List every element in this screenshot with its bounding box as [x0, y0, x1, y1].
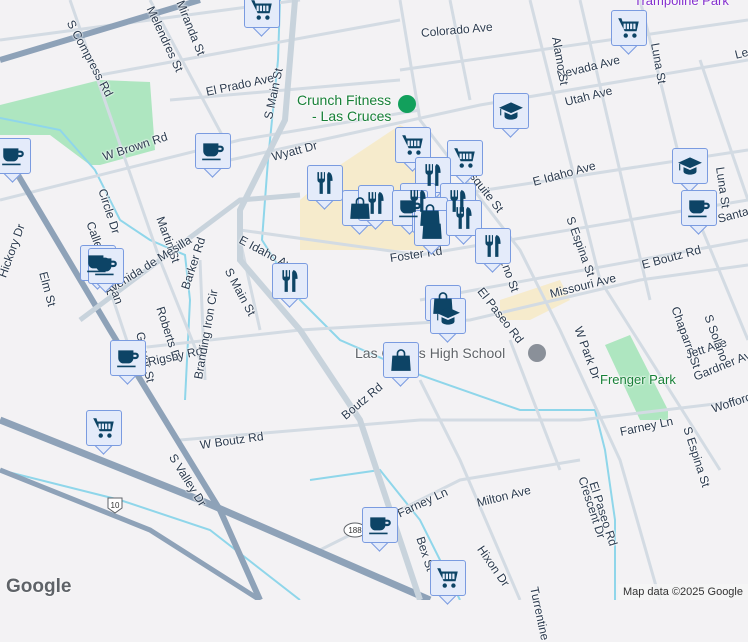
restaurant-icon	[277, 268, 303, 294]
education-marker[interactable]	[493, 93, 529, 138]
restaurant-icon	[312, 170, 338, 196]
school-pin[interactable]	[528, 344, 546, 362]
restaurant-icon	[480, 233, 506, 259]
cart-icon	[435, 565, 461, 591]
coffee-icon	[200, 138, 226, 164]
shopping-icon	[419, 215, 445, 241]
coffee-icon	[115, 345, 141, 371]
restaurant-icon	[451, 205, 477, 231]
cart-marker[interactable]	[430, 560, 466, 605]
education-marker[interactable]	[672, 148, 708, 193]
map-attribution[interactable]: Map data ©2025 Google	[617, 584, 748, 600]
coffee-marker[interactable]	[681, 190, 717, 235]
cart-marker[interactable]	[244, 0, 280, 37]
coffee-icon	[0, 143, 26, 169]
svg-text:188: 188	[348, 526, 362, 535]
restaurant-icon	[420, 162, 446, 188]
coffee-icon	[686, 195, 712, 221]
cart-icon	[400, 132, 426, 158]
poi-trampoline-park[interactable]: Trampoline Park	[634, 0, 729, 8]
cart-icon	[249, 0, 275, 23]
coffee-icon	[93, 253, 119, 279]
coffee-marker[interactable]	[362, 507, 398, 552]
coffee-marker[interactable]	[88, 248, 124, 293]
restaurant-marker[interactable]	[358, 185, 394, 230]
shopping-icon	[388, 347, 414, 373]
shopping-marker[interactable]	[414, 210, 450, 255]
svg-text:10: 10	[111, 501, 120, 510]
poi-high-school[interactable]: Las Cruces High School	[355, 345, 505, 361]
cart-marker[interactable]	[447, 140, 483, 185]
restaurant-marker[interactable]	[475, 228, 511, 273]
poi-frenger-park[interactable]: Frenger Park	[600, 372, 676, 387]
cart-icon	[452, 145, 478, 171]
coffee-marker[interactable]	[110, 340, 146, 385]
restaurant-marker[interactable]	[272, 263, 308, 308]
education-icon	[435, 303, 461, 329]
coffee-marker[interactable]	[195, 133, 231, 178]
cart-icon	[616, 15, 642, 41]
restaurant-marker[interactable]	[307, 165, 343, 210]
shopping-marker[interactable]	[383, 342, 419, 387]
i10-shield: 10	[107, 497, 123, 514]
poi-crunch-fitness-line2[interactable]: - Las Cruces	[312, 108, 391, 124]
coffee-marker[interactable]	[0, 138, 31, 183]
education-icon	[677, 153, 703, 179]
cart-icon	[91, 415, 117, 441]
cart-marker[interactable]	[86, 410, 122, 455]
poi-crunch-fitness[interactable]: Crunch Fitness	[297, 92, 391, 108]
restaurant-icon	[363, 190, 389, 216]
cart-marker[interactable]	[611, 10, 647, 55]
google-logo: Google	[6, 576, 72, 597]
crunch-fitness-pin[interactable]	[398, 95, 416, 113]
education-icon	[498, 98, 524, 124]
education-marker[interactable]	[430, 298, 466, 343]
coffee-icon	[367, 512, 393, 538]
